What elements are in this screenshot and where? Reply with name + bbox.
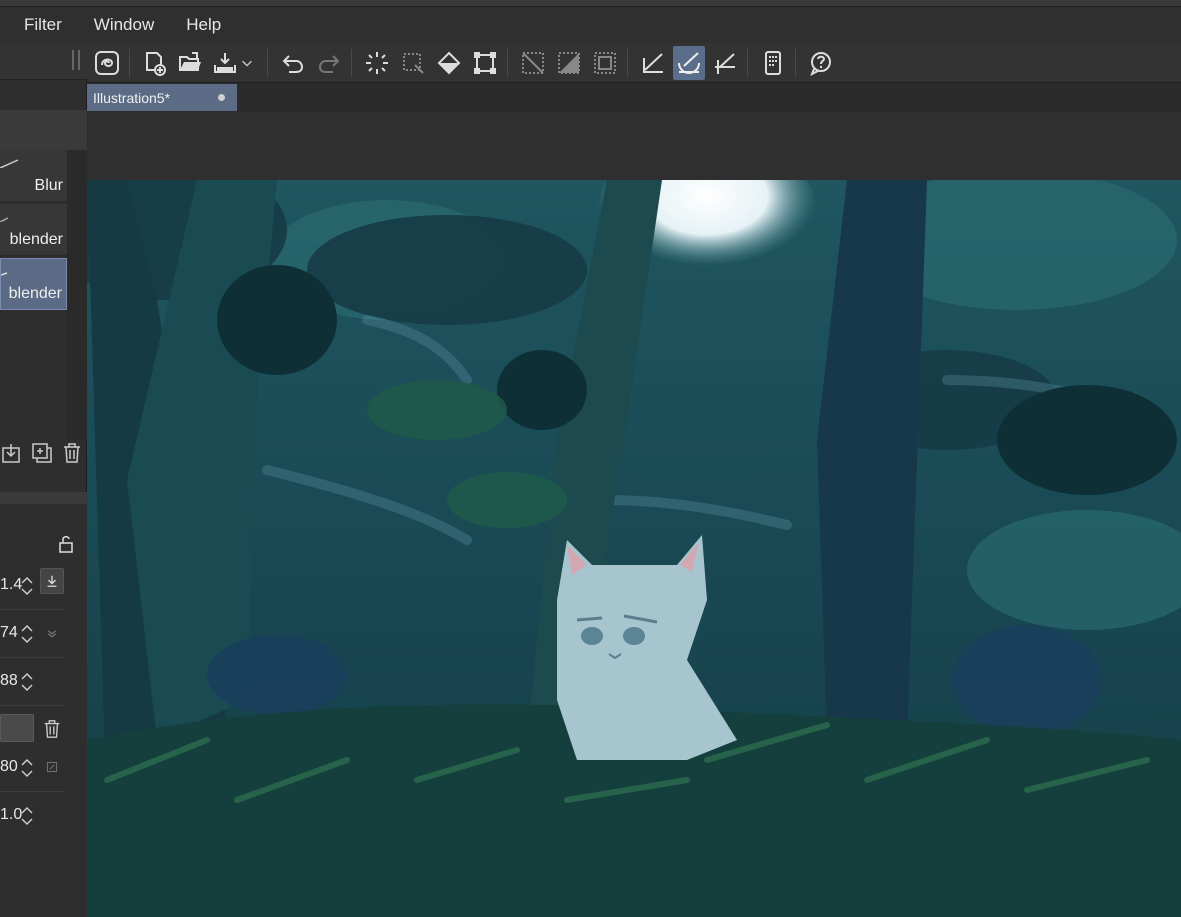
tool-property-header: [0, 492, 87, 504]
drawing-canvas[interactable]: [87, 180, 1181, 917]
document-tab-title: Illustration5*: [93, 89, 171, 106]
selection-border-icon[interactable]: [589, 46, 621, 80]
ruler-snap-icon[interactable]: [637, 46, 669, 80]
grid-snap-icon[interactable]: [709, 46, 741, 80]
menu-bar: Filter Window Help: [0, 7, 1181, 43]
select-all-icon[interactable]: [397, 46, 429, 80]
transform-icon[interactable]: [469, 46, 501, 80]
brush-item-label: Blur: [34, 177, 63, 194]
property-value[interactable]: 1.4: [0, 576, 22, 594]
companion-mode-icon[interactable]: [757, 46, 789, 80]
pressure-settings-button[interactable]: [40, 568, 64, 594]
property-row-blend: 88: [0, 658, 64, 706]
redo-icon[interactable]: [313, 46, 345, 80]
texture-delete-icon[interactable]: [40, 716, 64, 742]
clear-selection-icon[interactable]: [361, 46, 393, 80]
property-value[interactable]: 88: [0, 672, 18, 690]
menu-help[interactable]: Help: [170, 7, 237, 43]
property-value[interactable]: 80: [0, 758, 18, 776]
brush-list-scrollbar[interactable]: [67, 150, 87, 440]
open-folder-icon[interactable]: [174, 46, 206, 80]
property-value[interactable]: 1.0: [0, 806, 22, 824]
spinner-icon[interactable]: [20, 574, 34, 598]
hide-selection-icon[interactable]: [517, 46, 549, 80]
brush-item-label: blender: [8, 285, 62, 302]
tool-property-panel: 1.4 74 88 80 1.0: [0, 492, 87, 917]
menu-filter[interactable]: Filter: [0, 7, 78, 43]
invert-selection-icon[interactable]: [553, 46, 585, 80]
document-tab-bar: Illustration5*: [87, 83, 1181, 112]
opacity-settings-button[interactable]: [40, 620, 64, 646]
new-file-icon[interactable]: [139, 46, 171, 80]
undo-icon[interactable]: [277, 46, 309, 80]
brush-item-blender-selected[interactable]: blender: [0, 258, 67, 310]
fill-icon[interactable]: [433, 46, 465, 80]
lock-icon[interactable]: [56, 534, 76, 554]
title-bar-strip: [0, 0, 1181, 7]
spinner-icon[interactable]: [20, 804, 34, 828]
brush-item-label: blender: [9, 231, 63, 248]
brush-item-blur[interactable]: Blur: [0, 150, 67, 202]
property-row-stabilization: 1.0: [0, 792, 64, 840]
texture-field[interactable]: [0, 714, 34, 742]
brush-panel-actions: [0, 438, 87, 468]
spinner-icon[interactable]: [20, 756, 34, 780]
spinner-icon[interactable]: [20, 670, 34, 694]
unsaved-dot-icon[interactable]: [218, 94, 225, 101]
toolbar-grip-handle[interactable]: [72, 50, 80, 70]
app-logo-icon[interactable]: [91, 46, 123, 80]
delete-icon[interactable]: [60, 441, 84, 465]
command-bar: [87, 43, 1181, 83]
spinner-icon[interactable]: [20, 622, 34, 646]
help-icon[interactable]: [805, 46, 837, 80]
document-tab[interactable]: Illustration5*: [87, 84, 237, 111]
special-ruler-snap-icon[interactable]: [673, 46, 705, 80]
brush-panel-header: [0, 110, 87, 150]
property-value[interactable]: 74: [0, 624, 18, 642]
import-icon[interactable]: [0, 441, 24, 465]
save-icon[interactable]: [209, 46, 241, 80]
brush-item-blender[interactable]: blender: [0, 204, 67, 256]
duplicate-icon[interactable]: [30, 441, 54, 465]
texture-density-settings-button[interactable]: [40, 754, 64, 780]
menu-window[interactable]: Window: [78, 7, 170, 43]
dropdown-chevron-icon[interactable]: [239, 46, 255, 80]
